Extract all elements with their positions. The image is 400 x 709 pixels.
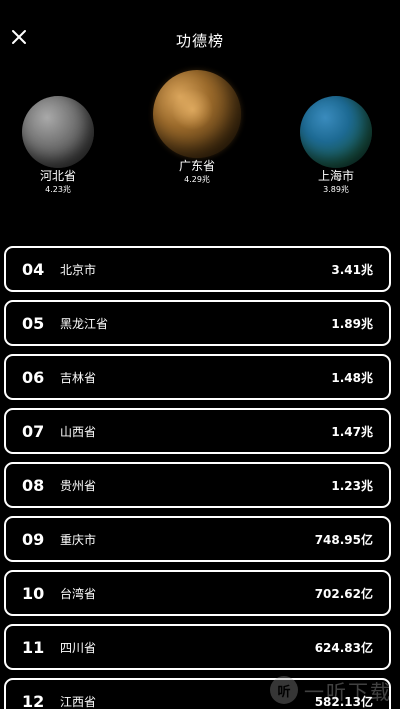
first-place-value: 4.29兆 [184, 175, 210, 184]
third-place-value: 3.89兆 [323, 185, 349, 194]
merit-amount: 1.48兆 [331, 370, 373, 385]
podium-third[interactable]: 上海市 3.89兆 [296, 96, 376, 195]
watermark-text: 一听下载 [304, 679, 392, 704]
podium-second[interactable]: 河北省 4.23兆 [18, 96, 98, 195]
podium: 河北省 4.23兆 广东省 4.29兆 上海市 3.89兆 [0, 68, 400, 208]
second-place-value: 4.23兆 [45, 185, 71, 194]
merit-amount: 1.47兆 [331, 424, 373, 439]
second-place-province: 河北省 [39, 169, 76, 183]
rank-number: 07 [22, 421, 45, 441]
rank-number: 12 [22, 691, 45, 709]
merit-amount: 1.23兆 [331, 478, 373, 493]
province-name: 吉林省 [60, 370, 97, 385]
province-name: 黑龙江省 [60, 316, 109, 331]
third-place-sphere [300, 96, 372, 168]
first-place-province: 广东省 [178, 159, 215, 173]
ranking-row[interactable]: 05 黑龙江省 1.89兆 [4, 300, 391, 346]
ranking-row[interactable]: 06 吉林省 1.48兆 [4, 354, 391, 400]
province-name: 山西省 [60, 424, 97, 439]
rank-number: 05 [22, 313, 45, 333]
watermark-logo-icon: 听 [270, 676, 298, 704]
merit-amount: 1.89兆 [331, 316, 373, 331]
rank-number: 08 [22, 475, 45, 495]
third-place-province: 上海市 [317, 169, 354, 183]
rank-number: 10 [22, 583, 45, 603]
province-name: 台湾省 [60, 586, 97, 601]
ranking-row[interactable]: 07 山西省 1.47兆 [4, 408, 391, 454]
merit-amount: 748.95亿 [314, 532, 373, 547]
rank-number: 11 [22, 637, 45, 657]
province-name: 贵州省 [60, 478, 97, 493]
second-place-sphere [22, 96, 94, 168]
merit-amount: 702.62亿 [314, 586, 373, 601]
ranking-row[interactable]: 09 重庆市 748.95亿 [4, 516, 391, 562]
province-name: 重庆市 [60, 532, 97, 547]
page-title: 功德榜 [175, 32, 224, 50]
first-place-sphere [153, 70, 241, 158]
ranking-row[interactable]: 08 贵州省 1.23兆 [4, 462, 391, 508]
merit-amount: 3.41兆 [331, 262, 373, 277]
ranking-row[interactable]: 04 北京市 3.41兆 [4, 246, 391, 292]
rank-number: 09 [22, 529, 45, 549]
ranking-row[interactable]: 10 台湾省 702.62亿 [4, 570, 391, 616]
ranking-screen: 功德榜 河北省 4.23兆 广东省 4.29兆 上海市 3.89兆 04 北京市… [0, 0, 400, 709]
watermark: 听 一听下载 [270, 675, 392, 705]
header: 功德榜 [0, 0, 400, 78]
province-name: 北京市 [60, 262, 97, 277]
rank-number: 06 [22, 367, 45, 387]
merit-amount: 624.83亿 [314, 640, 373, 655]
rank-number: 04 [22, 259, 45, 279]
ranking-row[interactable]: 11 四川省 624.83亿 [4, 624, 391, 670]
podium-first[interactable]: 广东省 4.29兆 [150, 70, 244, 185]
province-name: 四川省 [60, 640, 97, 655]
